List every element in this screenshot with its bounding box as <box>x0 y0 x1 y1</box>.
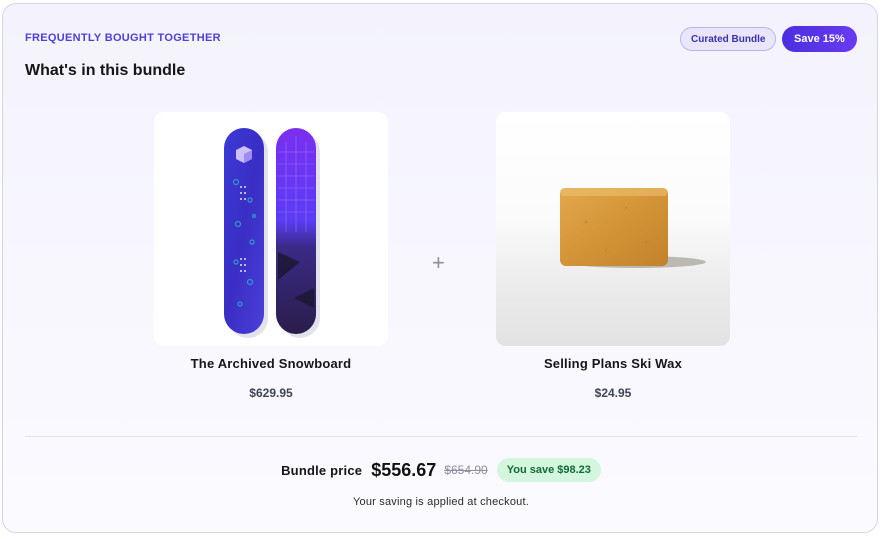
divider <box>25 436 857 437</box>
bundle-product[interactable]: The Archived Snowboard $629.95 <box>154 112 388 400</box>
save-percent-badge: Save 15% <box>782 26 857 52</box>
product-name[interactable]: Selling Plans Ski Wax <box>496 356 730 371</box>
bundle-title: What's in this bundle <box>25 62 186 79</box>
bundle-price-label: Bundle price <box>281 462 363 478</box>
product-price: $24.95 <box>594 386 632 400</box>
snowboard-illustration <box>224 128 320 338</box>
curated-bundle-badge: Curated Bundle <box>680 27 777 51</box>
product-name[interactable]: The Archived Snowboard <box>154 356 388 371</box>
snowboard-image[interactable] <box>154 112 388 346</box>
bundle-card: FREQUENTLY BOUGHT TOGETHER What's in thi… <box>2 3 878 533</box>
ski-wax-image[interactable] <box>496 112 730 346</box>
product-price: $629.95 <box>249 386 293 400</box>
bundle-summary: Bundle price $556.67 $654.90 You save $9… <box>3 458 879 482</box>
section-eyebrow: FREQUENTLY BOUGHT TOGETHER <box>25 32 221 44</box>
bundle-product[interactable]: Selling Plans Ski Wax $24.95 <box>496 112 730 400</box>
checkout-note: Your saving is applied at checkout. <box>353 496 529 508</box>
ski-wax-illustration <box>560 188 706 268</box>
bundle-price-value: $556.67 <box>371 459 437 480</box>
plus-icon: + <box>432 250 445 275</box>
bundle-compare-price: $654.90 <box>444 463 488 477</box>
savings-badge: You save $98.23 <box>496 458 601 482</box>
